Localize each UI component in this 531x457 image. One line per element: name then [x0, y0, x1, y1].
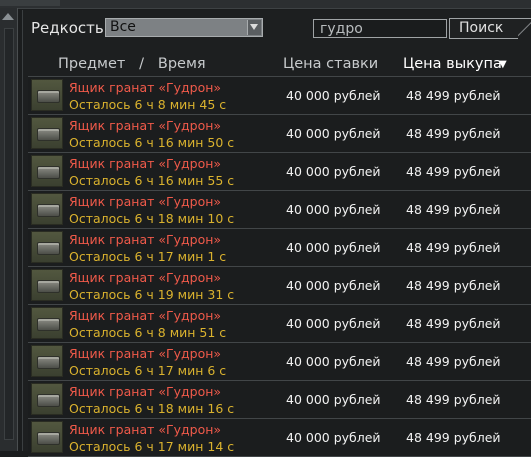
table-row[interactable]: Ящик гранат «Гудрон» Осталось 6 ч 17 мин …: [28, 228, 531, 266]
grenade-crate-icon: [31, 269, 63, 301]
lot-buyout-price: 48 499 рублей: [406, 240, 501, 255]
table-row[interactable]: Ящик гранат «Гудрон» Осталось 6 ч 8 мин 5…: [28, 304, 531, 342]
lot-time-left: Осталось 6 ч 19 мин 31 с: [69, 287, 235, 302]
lot-time-left: Осталось 6 ч 18 мин 10 с: [69, 211, 235, 226]
lot-item-name: Ящик гранат «Гудрон»: [69, 346, 222, 361]
rarity-selected-value: Все: [110, 19, 136, 35]
lot-buyout-price: 48 499 рублей: [406, 202, 501, 217]
chevron-down-icon[interactable]: [247, 20, 261, 35]
lot-bid-price: 40 000 рублей: [286, 88, 381, 103]
lot-bid-price: 40 000 рублей: [286, 164, 381, 179]
lot-buyout-price: 48 499 рублей: [406, 392, 501, 407]
grenade-crate-icon: [31, 421, 63, 453]
grenade-crate-icon: [31, 117, 63, 149]
lot-buyout-price: 48 499 рублей: [406, 126, 501, 141]
left-scrollbar[interactable]: [0, 8, 18, 451]
grenade-crate-icon: [31, 155, 63, 187]
scroll-track[interactable]: [4, 28, 14, 440]
grenade-crate-icon: [31, 307, 63, 339]
lot-buyout-price: 48 499 рублей: [406, 164, 501, 179]
lot-time-left: Осталось 6 ч 8 мин 45 с: [69, 97, 227, 112]
search-input[interactable]: [313, 19, 447, 38]
lot-item-name: Ящик гранат «Гудрон»: [69, 422, 222, 437]
lot-time-left: Осталось 6 ч 18 мин 16 с: [69, 401, 235, 416]
lot-bid-price: 40 000 рублей: [286, 316, 381, 331]
sort-descending-icon[interactable]: ▼: [499, 59, 507, 70]
column-header-item-time[interactable]: Предмет / Время: [58, 56, 206, 72]
table-row[interactable]: Ящик гранат «Гудрон» Осталось 6 ч 19 мин …: [28, 266, 531, 304]
column-header-buyout-price[interactable]: Цена выкупа: [403, 56, 502, 72]
lot-bid-price: 40 000 рублей: [286, 278, 381, 293]
lot-item-name: Ящик гранат «Гудрон»: [69, 270, 222, 285]
lot-buyout-price: 48 499 рублей: [406, 316, 501, 331]
lot-item-name: Ящик гранат «Гудрон»: [69, 156, 222, 171]
grenade-crate-icon: [31, 345, 63, 377]
table-row[interactable]: Ящик гранат «Гудрон» Осталось 6 ч 16 мин …: [28, 152, 531, 190]
lot-item-name: Ящик гранат «Гудрон»: [69, 308, 222, 323]
scroll-up-icon[interactable]: [2, 13, 14, 20]
grenade-crate-icon: [31, 79, 63, 111]
lot-item-name: Ящик гранат «Гудрон»: [69, 80, 222, 95]
grenade-crate-icon: [31, 231, 63, 263]
window-tab: [0, 0, 60, 6]
lot-time-left: Осталось 6 ч 8 мин 51 с: [69, 325, 227, 340]
lot-bid-price: 40 000 рублей: [286, 430, 381, 445]
lot-item-name: Ящик гранат «Гудрон»: [69, 194, 222, 209]
grenade-crate-icon: [31, 193, 63, 225]
lot-item-name: Ящик гранат «Гудрон»: [69, 232, 222, 247]
lot-bid-price: 40 000 рублей: [286, 392, 381, 407]
table-row[interactable]: Ящик гранат «Гудрон» Осталось 6 ч 18 мин …: [28, 190, 531, 228]
lot-bid-price: 40 000 рублей: [286, 354, 381, 369]
window-top-strip: [0, 0, 531, 9]
lot-time-left: Осталось 6 ч 16 мин 55 с: [69, 173, 235, 188]
table-row[interactable]: Ящик гранат «Гудрон» Осталось 6 ч 8 мин 4…: [28, 76, 531, 114]
table-header: Предмет / Время Цена ставки Цена выкупа …: [23, 54, 531, 76]
lot-time-left: Осталось 6 ч 17 мин 1 с: [69, 249, 227, 264]
table-row[interactable]: Ящик гранат «Гудрон» Осталось 6 ч 17 мин …: [28, 342, 531, 380]
lot-time-left: Осталось 6 ч 17 мин 14 с: [69, 439, 235, 454]
rarity-label: Редкость: [31, 19, 104, 37]
column-header-bid-price[interactable]: Цена ставки: [283, 56, 378, 72]
lot-bid-price: 40 000 рублей: [286, 202, 381, 217]
auction-panel: Редкость Все Поиск Предмет / Время Цена …: [22, 10, 531, 457]
lot-item-name: Ящик гранат «Гудрон»: [69, 118, 222, 133]
table-row[interactable]: Ящик гранат «Гудрон» Осталось 6 ч 16 мин …: [28, 114, 531, 152]
lot-list: Ящик гранат «Гудрон» Осталось 6 ч 8 мин 4…: [28, 76, 531, 457]
lot-item-name: Ящик гранат «Гудрон»: [69, 384, 222, 399]
lot-buyout-price: 48 499 рублей: [406, 354, 501, 369]
lot-bid-price: 40 000 рублей: [286, 240, 381, 255]
table-row[interactable]: Ящик гранат «Гудрон» Осталось 6 ч 18 мин …: [28, 380, 531, 418]
filter-bar: Редкость Все Поиск: [23, 10, 531, 48]
lot-buyout-price: 48 499 рублей: [406, 430, 501, 445]
lot-time-left: Осталось 6 ч 16 мин 50 с: [69, 135, 235, 150]
grenade-crate-icon: [31, 383, 63, 415]
search-button[interactable]: Поиск: [449, 18, 531, 39]
lot-bid-price: 40 000 рублей: [286, 126, 381, 141]
lot-buyout-price: 48 499 рублей: [406, 88, 501, 103]
table-row[interactable]: Ящик гранат «Гудрон» Осталось 6 ч 17 мин …: [28, 418, 531, 457]
lot-time-left: Осталось 6 ч 17 мин 6 с: [69, 363, 227, 378]
rarity-dropdown[interactable]: Все: [105, 18, 263, 37]
lot-buyout-price: 48 499 рублей: [406, 278, 501, 293]
